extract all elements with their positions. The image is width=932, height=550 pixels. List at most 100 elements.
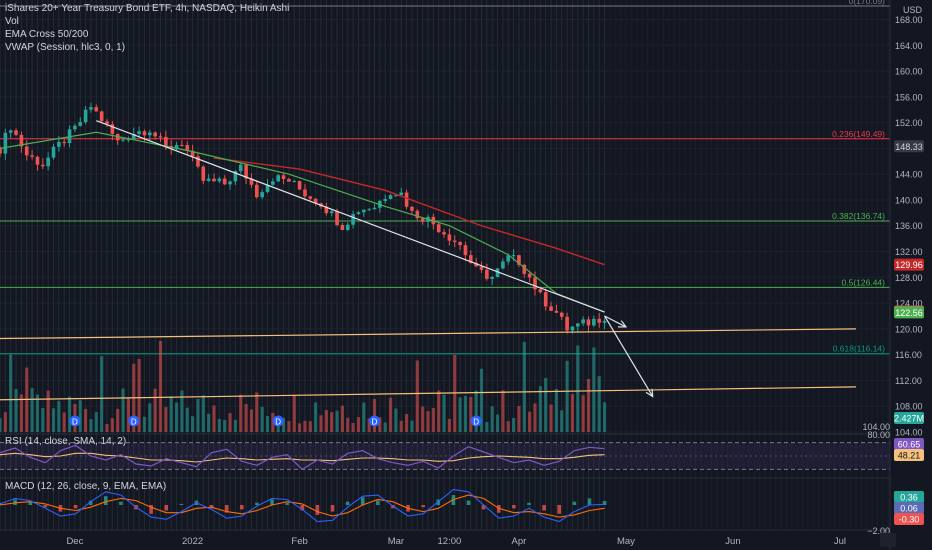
volume-bar [158,340,163,432]
candle-body [372,207,377,210]
trading-chart[interactable]: 0(170.09) 0.236(149.49) 0.382(136.74) 0.5(1… [0,0,932,550]
time-tick: Feb [291,536,307,547]
macd-hist-bar [240,505,244,510]
volume-bar [421,406,425,432]
fib-label: 0.618(116.14) [833,344,885,354]
macd-hist-bar [330,505,335,512]
volume-bar [84,408,88,432]
volume-bar [533,403,537,432]
candle-body [228,181,232,185]
price-tick: 168.00 [895,15,923,25]
volume-bar [0,418,2,432]
volume-bar [9,354,13,432]
candle-body [164,136,168,147]
volume-bar [426,411,430,432]
volume-bar [164,407,168,432]
ema-legend[interactable]: EMA Cross 50/200 [5,29,88,40]
volume-bar [528,411,532,432]
volume-bar [495,414,500,432]
volume-bar [544,377,548,432]
candle-body [592,318,596,326]
candle-body [276,175,280,182]
volume-bar [356,417,361,432]
volume-bar [207,413,211,432]
candle-body [255,184,259,198]
volume-bar [442,394,446,432]
fib-label: 0(170.09) [849,0,886,6]
candle-body [14,130,18,135]
candle-body [415,210,420,219]
volume-bar [223,419,227,432]
candle-body [222,178,227,185]
price-tick: 104.00 [895,428,923,438]
macd-hist-bar [376,500,380,505]
volume-bar [581,395,585,432]
macd-legend[interactable]: MACD (12, 26, close, 9, EMA, EMA) [5,481,166,492]
volume-bar [501,390,505,432]
volume-bar [62,412,66,432]
rsi-ma-label: 48.21 [898,451,921,461]
macd-hist-bar [572,501,577,505]
price-tick: 112.00 [895,376,922,386]
macd-hist-bar [360,497,365,505]
dividend-label: D [372,418,378,427]
volume-bar [597,376,601,432]
candle-body [62,141,66,144]
axis-settings-button [880,533,896,547]
macd-value-label: 0.06 [900,504,918,514]
volume-bar [469,396,473,432]
candle-body [581,319,585,324]
candle-body [420,218,425,222]
time-tick: May [617,536,635,547]
volume-bar [405,414,409,432]
time-tick: Jul [834,536,846,547]
volume-bar [201,395,205,432]
volume-bar [212,405,216,432]
macd-hist-bar [179,503,184,505]
price-tick: 164.00 [895,41,923,51]
volume-bar [169,396,173,432]
candle-body [549,306,553,311]
macd-hist-label: 0.36 [900,493,918,503]
price-label: 122.56 [895,308,923,318]
candle-body [158,136,163,138]
volume-bar [30,388,34,432]
volume-bar [324,410,328,432]
dividend-label: D [131,418,137,427]
candle-body [148,132,152,136]
volume-legend[interactable]: Vol [5,16,19,27]
vwap-legend[interactable]: VWAP (Session, hlc3, 0, 1) [5,42,125,53]
macd-hist-bar [557,505,562,514]
candle-body [479,266,484,270]
volume-bar [490,406,494,432]
candle-body [271,181,275,185]
fib-label: 0.382(136.74) [832,211,885,221]
rsi-legend[interactable]: RSI (14, close, SMA, 14, 2) [5,436,126,447]
volume-label: 2.427M [894,414,924,424]
candle-body [442,232,446,235]
dividend-label: D [275,418,281,427]
price-label: 129.96 [895,260,923,270]
price-tick: 160.00 [895,67,923,77]
volume-bar [383,422,387,432]
candle-body [206,178,211,181]
chart-title[interactable]: iShares 20+ Year Treasury Bond ETF, 4h, … [5,3,289,14]
candle-body [83,109,88,123]
macd-hist-bar [73,505,78,509]
price-tick: 108.00 [895,402,923,412]
volume-bar [565,360,569,432]
price-tick: 140.00 [895,195,923,205]
candle-body [30,155,34,157]
candle-body [201,166,206,181]
candle-body [3,132,8,154]
price-tick: 120.00 [895,324,923,334]
macd-hist-bar [421,505,425,508]
candle-body [559,312,564,317]
volume-bar [67,396,72,432]
volume-bar [255,392,259,432]
candle-body [511,255,516,257]
volume-bar [335,410,339,432]
currency-label: USD [903,5,923,15]
macd-hist-bar [587,498,592,505]
volume-bar [298,423,302,432]
